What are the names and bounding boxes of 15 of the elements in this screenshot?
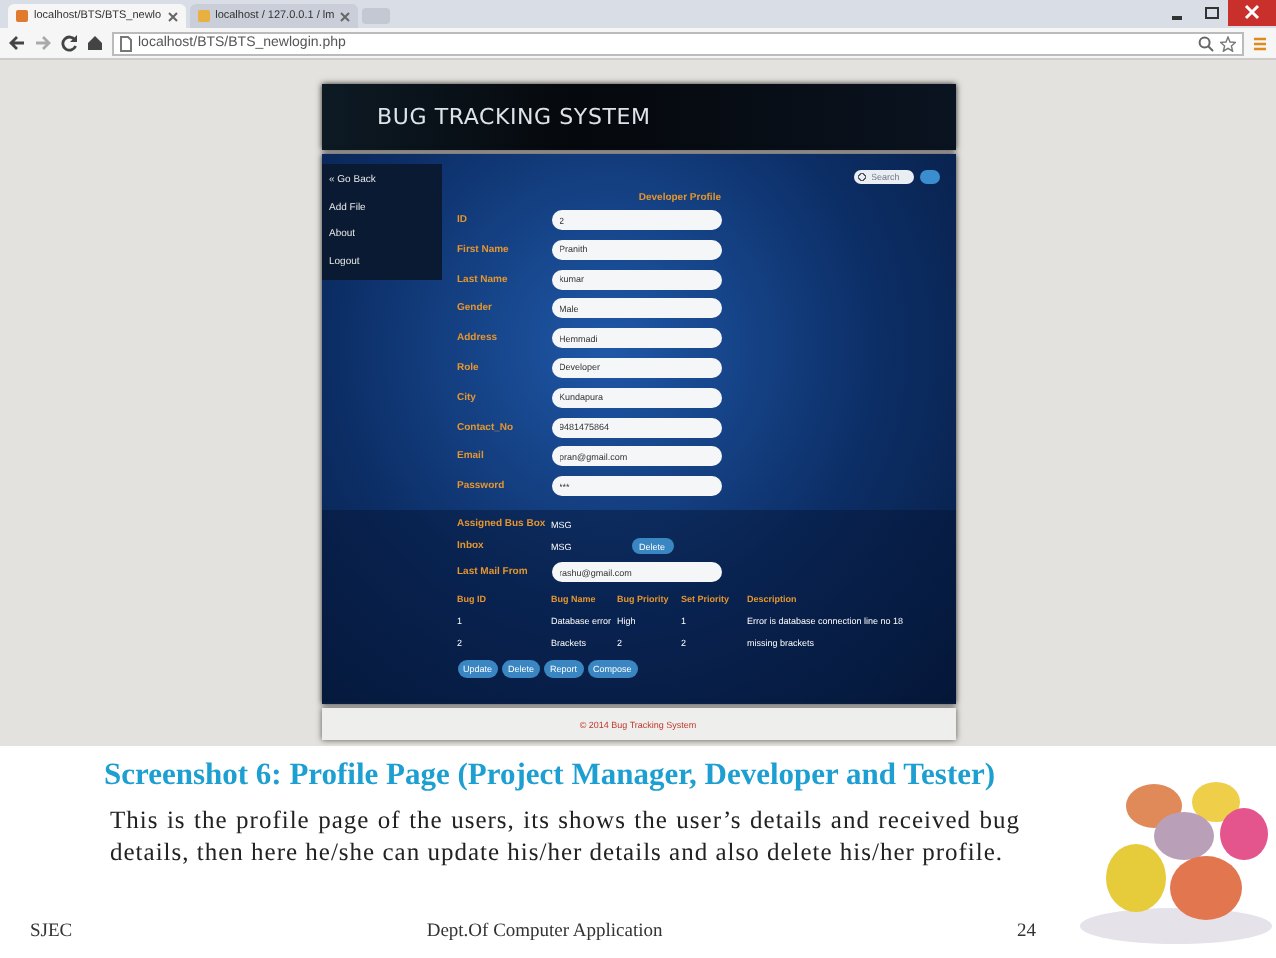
close-icon[interactable] (340, 11, 351, 21)
description-text: This is the profile page of the users, its shows the user’s details and received bug details, then here he/she can update his/her details and also delete his/her profile. (110, 806, 1020, 868)
search-button[interactable] (919, 170, 939, 184)
footer-text: SJEC (30, 922, 73, 942)
page-number: 24 (1016, 922, 1036, 942)
close-icon[interactable] (167, 11, 178, 21)
star-icon[interactable] (1220, 35, 1236, 51)
reload-icon[interactable] (60, 34, 78, 52)
back-icon[interactable] (8, 34, 26, 52)
home-icon[interactable] (86, 34, 104, 52)
zoom-icon[interactable] (1198, 35, 1214, 51)
close-icon[interactable] (1228, 0, 1276, 26)
slide-caption: Screenshot 6: Profile Page (Project Manager, Developer and Tester) (104, 758, 996, 794)
site-title: BUG TRACKING SYSTEM (377, 104, 651, 130)
footer-text: Dept.Of Computer Application (426, 922, 663, 942)
